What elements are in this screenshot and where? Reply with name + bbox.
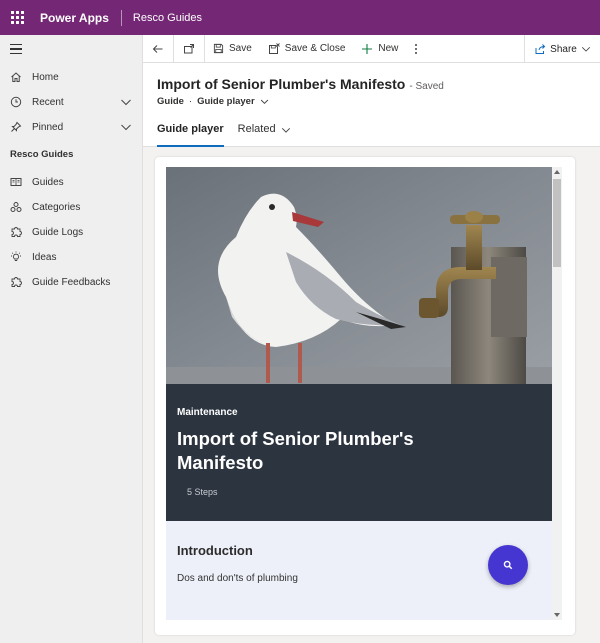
sidebar-item-label: Guide Feedbacks xyxy=(32,276,111,288)
save-button[interactable]: Save xyxy=(205,35,260,63)
sidebar-item-ideas[interactable]: Ideas xyxy=(0,245,142,269)
sidebar: Home Recent Pinned Resco Guides Guides C… xyxy=(0,35,143,643)
sidebar-item-pinned[interactable]: Pinned xyxy=(0,115,142,139)
sidebar-item-label: Recent xyxy=(32,96,64,108)
puzzle-icon xyxy=(0,226,32,238)
save-and-close-label: Save & Close xyxy=(284,43,346,54)
sidebar-item-label: Guide Logs xyxy=(32,226,84,238)
tab-list: Guide player Related xyxy=(157,123,291,147)
new-button-label: New xyxy=(378,43,399,54)
chevron-down-icon[interactable] xyxy=(260,97,269,106)
sidebar-section-title: Resco Guides xyxy=(10,149,74,160)
app-launcher-button[interactable] xyxy=(0,0,34,35)
page-title: Import of Senior Plumber's Manifesto - Sa… xyxy=(157,76,444,92)
arrow-left-icon xyxy=(152,44,163,53)
more-commands-button[interactable] xyxy=(406,35,426,63)
sidebar-item-guide-logs[interactable]: Guide Logs xyxy=(0,220,142,244)
environment-name[interactable]: Resco Guides xyxy=(122,12,202,24)
save-status: - Saved xyxy=(409,81,444,92)
command-bar: Save Save & Close New Share xyxy=(143,34,600,63)
more-vertical-icon xyxy=(415,43,418,54)
scrollbar-thumb[interactable] xyxy=(553,179,561,267)
save-icon xyxy=(213,43,224,54)
introduction-title: Introduction xyxy=(177,543,253,558)
tab-guide-player[interactable]: Guide player xyxy=(157,123,224,147)
sidebar-item-label: Guides xyxy=(32,176,64,188)
open-new-window-button[interactable] xyxy=(174,35,204,63)
open-in-new-window-icon xyxy=(184,43,194,53)
tab-label: Guide player xyxy=(157,123,224,135)
sidebar-item-guides[interactable]: Guides xyxy=(0,170,142,194)
plus-icon xyxy=(362,43,373,54)
lightbulb-icon xyxy=(0,251,32,263)
save-and-close-button[interactable]: Save & Close xyxy=(260,35,354,63)
introduction-text: Dos and don'ts of plumbing xyxy=(177,573,298,584)
clock-icon xyxy=(0,96,32,108)
search-icon xyxy=(503,560,513,570)
share-icon xyxy=(535,44,546,54)
sidebar-item-label: Home xyxy=(32,71,59,83)
sidebar-item-recent[interactable]: Recent xyxy=(0,90,142,114)
record-header: Import of Senior Plumber's Manifesto - Sa… xyxy=(143,63,600,147)
puzzle-icon xyxy=(0,276,32,288)
sidebar-item-label: Categories xyxy=(32,201,81,213)
save-close-icon xyxy=(268,42,280,54)
entity-name: Guide xyxy=(157,96,184,107)
guide-cover-image xyxy=(166,167,552,384)
guide-title: Import of Senior Plumber's Manifesto xyxy=(177,428,414,473)
hamburger-menu-icon[interactable] xyxy=(10,44,22,54)
chevron-down-icon xyxy=(581,47,590,52)
pin-icon xyxy=(0,121,32,133)
home-icon xyxy=(0,71,32,83)
sidebar-item-label: Ideas xyxy=(32,251,57,263)
vertical-scrollbar[interactable] xyxy=(552,167,562,620)
breadcrumb-separator: · xyxy=(188,96,193,107)
sidebar-item-categories[interactable]: Categories xyxy=(0,195,142,219)
guide-steps-count: 5 Steps xyxy=(187,487,218,497)
search-fab-button[interactable] xyxy=(488,545,528,585)
back-button[interactable] xyxy=(143,35,173,63)
form-selector[interactable]: Guide player xyxy=(197,96,255,107)
sidebar-item-label: Pinned xyxy=(32,121,64,133)
chevron-down-icon[interactable] xyxy=(120,96,132,111)
top-bar: Power Apps Resco Guides xyxy=(0,0,600,35)
record-title: Import of Senior Plumber's Manifesto xyxy=(157,76,406,92)
chevron-down-icon[interactable] xyxy=(120,121,132,136)
sidebar-item-home[interactable]: Home xyxy=(0,65,142,89)
categories-icon xyxy=(0,201,32,213)
guide-category: Maintenance xyxy=(177,407,238,418)
save-button-label: Save xyxy=(229,43,252,54)
scroll-down-arrow-icon[interactable] xyxy=(554,613,560,617)
guide-banner: Maintenance Import of Senior Plumber's M… xyxy=(166,384,552,521)
share-button[interactable]: Share xyxy=(524,35,600,63)
sidebar-item-guide-feedbacks[interactable]: Guide Feedbacks xyxy=(0,270,142,294)
new-button[interactable]: New xyxy=(353,35,406,63)
waffle-icon xyxy=(10,11,24,24)
breadcrumb: Guide · Guide player xyxy=(157,96,269,107)
app-name[interactable]: Power Apps xyxy=(34,11,121,25)
tab-related[interactable]: Related xyxy=(238,123,291,147)
share-button-label: Share xyxy=(550,43,577,55)
chevron-down-icon xyxy=(281,128,290,133)
scroll-up-arrow-icon[interactable] xyxy=(554,170,560,174)
guides-icon xyxy=(0,176,32,188)
tab-label: Related xyxy=(237,123,276,135)
